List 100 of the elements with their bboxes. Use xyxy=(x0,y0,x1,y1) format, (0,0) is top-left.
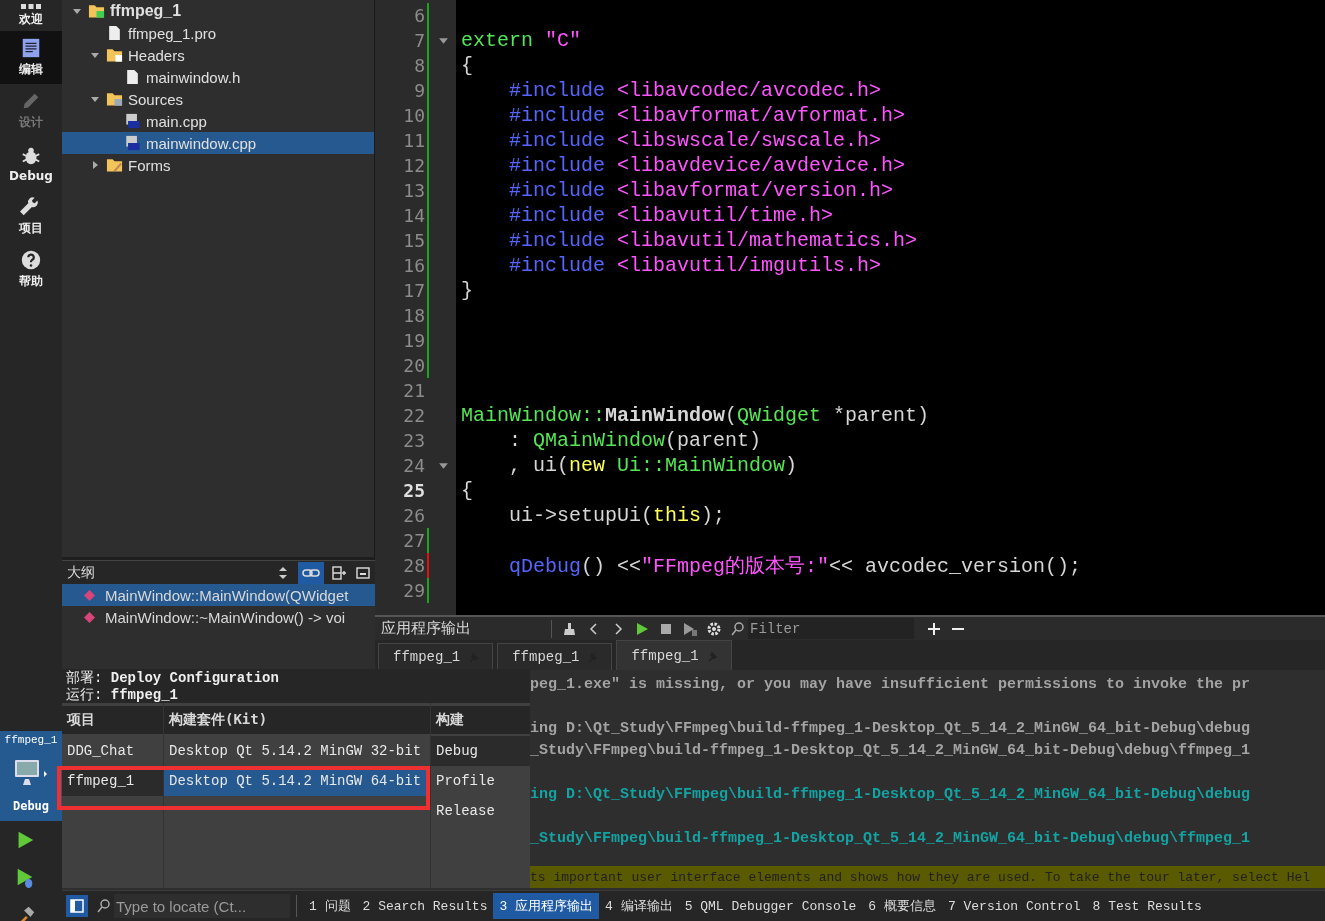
diamond-icon xyxy=(84,611,95,623)
code-line: { xyxy=(461,54,473,77)
column-header: 构建 xyxy=(431,706,530,734)
line-number: 24 xyxy=(402,455,425,476)
outline-item[interactable]: MainWindow::~MainWindow() -> voi xyxy=(62,606,375,628)
settings-icon[interactable] xyxy=(706,620,722,637)
filter-field[interactable]: Filter xyxy=(748,618,914,639)
line-number: 22 xyxy=(402,405,425,426)
document-icon xyxy=(20,37,42,59)
expand-arrow-icon[interactable] xyxy=(90,94,100,104)
mode-button[interactable]: 编辑 xyxy=(0,31,62,84)
help-icon xyxy=(20,249,42,271)
code-line: : QMainWindow(parent) xyxy=(508,429,762,452)
tree-item[interactable]: Forms xyxy=(62,154,374,176)
build-item[interactable]: Release xyxy=(431,796,530,826)
cpp-file-icon xyxy=(124,113,141,129)
tree-item[interactable]: mainwindow.h xyxy=(62,66,374,88)
pane-tab[interactable]: 2 Search Results xyxy=(356,894,494,918)
line-number: 12 xyxy=(402,155,425,176)
output-line: peg_1.exe" is missing, or you may have insufficient permissions to invoke the pr xyxy=(530,675,1252,695)
line-number: 27 xyxy=(402,530,425,551)
build-item[interactable]: Profile xyxy=(431,766,530,796)
search-icon xyxy=(730,620,746,637)
code-line: MainWindow::MainWindow(QWidget *parent) xyxy=(461,404,930,427)
tree-item[interactable]: Headers xyxy=(62,44,374,66)
project-item[interactable]: DDG_Chat xyxy=(62,736,163,766)
mode-button[interactable]: 欢迎 xyxy=(0,0,62,31)
file-icon xyxy=(106,25,123,41)
line-number: 19 xyxy=(402,330,425,351)
pane-tab[interactable]: 6 概要信息 xyxy=(862,893,942,919)
column-header: 项目 xyxy=(62,706,163,734)
pane-tab[interactable]: 1 问题 xyxy=(303,893,357,919)
split-icon[interactable] xyxy=(330,564,348,581)
folder-icon xyxy=(106,47,123,63)
code-line: #include <libavdevice/avdevice.h> xyxy=(508,154,906,177)
pane-tab[interactable]: 5 QML Debugger Console xyxy=(678,894,863,918)
expand-arrow-icon[interactable] xyxy=(72,6,82,16)
code-line: ui->setupUi(this); xyxy=(508,504,726,527)
fold-arrow-icon[interactable] xyxy=(438,460,449,471)
run-icon[interactable] xyxy=(634,620,650,637)
run-label: 运行: ffmpeg_1 xyxy=(66,687,180,704)
kit-build: Debug xyxy=(12,799,50,813)
line-number: 7 xyxy=(413,30,425,51)
build-item[interactable]: Debug xyxy=(431,736,530,766)
plus-icon[interactable] xyxy=(926,620,942,637)
code-line: { xyxy=(461,479,473,502)
close-icon[interactable] xyxy=(354,564,372,581)
pane-tab[interactable]: 8 Test Results xyxy=(1086,894,1208,918)
sidebar-toggle-icon[interactable] xyxy=(66,895,88,917)
pane-tab[interactable]: 7 Version Control xyxy=(941,894,1087,918)
output-tab[interactable]: ffmpeg_1 xyxy=(378,643,494,670)
fold-arrow-icon[interactable] xyxy=(438,35,449,46)
line-number: 26 xyxy=(402,505,425,526)
outline-item[interactable]: MainWindow::MainWindow(QWidget xyxy=(62,584,375,606)
attach-icon[interactable] xyxy=(682,620,698,637)
tree-item[interactable]: mainwindow.cpp xyxy=(62,132,374,154)
mode-button[interactable]: 帮助 xyxy=(0,243,62,296)
code-line: #include <libavformat/avformat.h> xyxy=(508,104,906,127)
line-number: 18 xyxy=(402,305,425,326)
kit-selector[interactable]: ffmpeg_1 Debug xyxy=(0,731,62,821)
output-line: _Study\FFmpeg\build-ffmpeg_1-Desktop_Qt_5_14_2_MinGW_64_bit-Debug\debug\ffmpeg_1 xyxy=(530,741,1252,761)
output-line: ing D:\Qt_Study\FFmpeg\build-ffmpeg_1-Desktop_Qt_5_14_2_MinGW_64_bit-Debug\debug xyxy=(530,719,1252,739)
code-line: #include <libavutil/imgutils.h> xyxy=(508,254,882,277)
cpp-file-icon xyxy=(124,135,141,151)
line-number: 11 xyxy=(402,130,425,151)
broom-icon[interactable] xyxy=(562,620,578,637)
tree-item[interactable]: main.cpp xyxy=(62,110,374,132)
line-number: 23 xyxy=(402,430,425,451)
output-line: ing D:\Qt_Study\FFmpeg\build-ffmpeg_1-Desktop_Qt_5_14_2_MinGW_64_bit-Debug\debug xyxy=(530,785,1252,805)
line-number: 21 xyxy=(402,380,425,401)
tree-item[interactable]: ffmpeg_1 xyxy=(62,0,374,22)
output-title: 应用程序输出 xyxy=(381,619,472,638)
line-number: 20 xyxy=(402,355,425,376)
tree-item[interactable]: Sources xyxy=(62,88,374,110)
code-line: } xyxy=(461,279,473,302)
mode-button[interactable]: 项目 xyxy=(0,190,62,243)
pane-tab[interactable]: 4 编译输出 xyxy=(599,893,679,919)
line-number: 25 xyxy=(402,480,425,501)
output-line: _Study\FFmpeg\build-ffmpeg_1-Desktop_Qt_5_14_2_MinGW_64_bit-Debug\debug\ffmpeg_1 xyxy=(530,829,1252,849)
output-tab[interactable]: ffmpeg_1 xyxy=(497,643,613,670)
tree-item[interactable]: ffmpeg_1.pro xyxy=(62,22,374,44)
code-line: #include <libavutil/time.h> xyxy=(508,204,834,227)
code-line: , ui(new Ui::MainWindow) xyxy=(508,454,798,477)
kit-item[interactable]: Desktop Qt 5.14.2 MinGW 32-bit xyxy=(164,736,430,766)
line-number: 28 xyxy=(402,555,425,576)
link-icon[interactable] xyxy=(298,561,324,584)
kit-project: ffmpeg_1 xyxy=(4,734,58,746)
collapse-arrow-icon[interactable] xyxy=(90,160,100,170)
line-number: 10 xyxy=(402,105,425,126)
pane-tab[interactable]: 3 应用程序输出 xyxy=(493,893,600,919)
code-line: #include <libavformat/version.h> xyxy=(508,179,894,202)
line-number: 9 xyxy=(413,80,425,101)
line-number: 13 xyxy=(402,180,425,201)
folder-icon xyxy=(106,157,123,173)
locate-field[interactable]: Type to locate (Ct... xyxy=(114,894,290,918)
mode-button[interactable]: Debug xyxy=(0,137,62,190)
output-tab[interactable]: ffmpeg_1 xyxy=(616,640,732,670)
expand-arrow-icon[interactable] xyxy=(90,50,100,60)
code-line: #include <libswscale/swscale.h> xyxy=(508,129,882,152)
line-number: 15 xyxy=(402,230,425,251)
